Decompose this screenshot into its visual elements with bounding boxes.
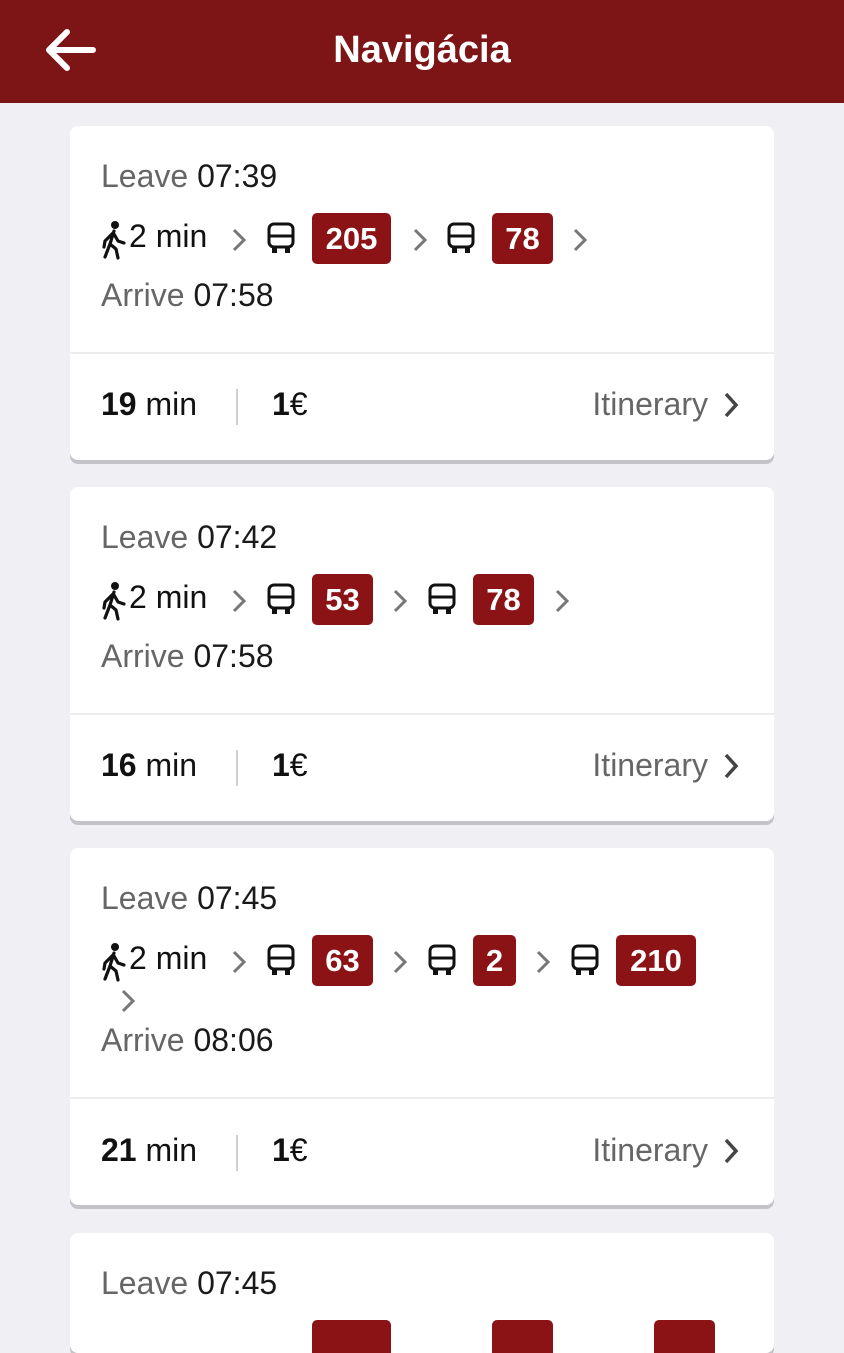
arrive-label: Arrive [101,277,185,313]
arrive-row: Arrive 07:58 [101,277,274,314]
price-value: 1 [272,386,290,422]
walk-icon [102,221,126,260]
bus-line-badge[interactable] [492,1320,553,1353]
separator [236,1135,238,1171]
trip-duration: 16 min [101,747,197,784]
duration-unit: min [145,1132,198,1168]
bus-line-badge[interactable]: 78 [473,574,534,625]
bus-line-badge[interactable]: 2 [473,935,516,986]
arrive-time: 08:06 [193,1022,274,1058]
chevron-right-icon [121,989,136,1013]
arrive-time: 07:58 [193,638,274,674]
chevron-right-icon [232,589,247,613]
bus-line-badge[interactable] [654,1320,715,1353]
chevron-right-icon [393,589,408,613]
divider [70,1097,774,1099]
app-header: Navigácia [0,0,844,103]
walk-icon [102,943,126,982]
duration-value: 16 [101,747,137,783]
bus-line-badge[interactable]: 210 [616,935,696,986]
trip-price: 1€ [272,747,308,784]
leave-label: Leave [101,1265,189,1301]
divider [70,713,774,715]
trip-price: 1€ [272,386,308,423]
leave-label: Leave [101,158,189,194]
leave-time: 07:42 [197,519,278,555]
chevron-right-icon [724,392,739,417]
duration-value: 21 [101,1132,137,1168]
bus-line-badge[interactable]: 63 [312,935,373,986]
itinerary-link[interactable]: Itinerary [592,386,740,423]
walk-icon [102,582,126,621]
bus-icon [267,583,295,614]
leave-label: Leave [101,880,189,916]
leave-row: Leave 07:39 [101,158,277,195]
chevron-right-icon [724,1138,739,1163]
bus-line-badge[interactable] [312,1320,391,1353]
arrive-time: 07:58 [193,277,274,313]
route-card[interactable]: Leave 07:45 [70,1233,774,1353]
divider [70,352,774,354]
bus-icon [267,222,295,253]
arrive-row: Arrive 08:06 [101,1022,274,1059]
price-value: 1 [272,1132,290,1168]
walk-duration: 2 min [129,579,208,615]
bus-icon [447,222,475,253]
itinerary-link[interactable]: Itinerary [592,1132,740,1169]
itinerary-label: Itinerary [592,747,708,783]
walk-duration: 2 min [129,218,208,254]
bus-line-badge[interactable]: 78 [492,213,553,264]
leave-row: Leave 07:45 [101,1265,277,1302]
arrive-label: Arrive [101,1022,185,1058]
chevron-right-icon [555,589,570,613]
price-currency: € [289,1132,308,1168]
bus-line-badge[interactable]: 205 [312,213,391,264]
arrive-row: Arrive 07:58 [101,638,274,675]
chevron-right-icon [413,228,428,252]
chevron-right-icon [536,950,551,974]
separator [236,389,238,425]
price-currency: € [289,386,308,422]
bus-icon [571,944,599,975]
leave-time: 07:39 [197,158,278,194]
arrive-label: Arrive [101,638,185,674]
separator [236,750,238,786]
bus-icon [428,583,456,614]
leave-time: 07:45 [197,1265,278,1301]
trip-duration: 21 min [101,1132,197,1169]
price-currency: € [289,747,308,783]
leave-time: 07:45 [197,880,278,916]
duration-unit: min [145,747,198,783]
chevron-right-icon [573,228,588,252]
bus-icon [267,944,295,975]
duration-value: 19 [101,386,137,422]
leave-row: Leave 07:45 [101,880,277,917]
leave-label: Leave [101,519,189,555]
itinerary-label: Itinerary [592,386,708,422]
route-card[interactable]: Leave 07:39 2 min 205 78 Arrive 07:58 19… [70,126,774,460]
bus-icon [428,944,456,975]
walk-duration: 2 min [129,940,208,976]
price-value: 1 [272,747,290,783]
bus-line-badge[interactable]: 53 [312,574,373,625]
itinerary-link[interactable]: Itinerary [592,747,740,784]
chevron-right-icon [232,228,247,252]
trip-duration: 19 min [101,386,197,423]
chevron-right-icon [724,753,739,778]
page-title: Navigácia [333,29,511,71]
chevron-right-icon [393,950,408,974]
chevron-right-icon [232,950,247,974]
duration-unit: min [145,386,198,422]
route-card[interactable]: Leave 07:42 2 min 53 78 Arrive 07:58 16 … [70,487,774,821]
trip-price: 1€ [272,1132,308,1169]
route-card[interactable]: Leave 07:45 2 min 63 2 210 Arrive 08:06 … [70,848,774,1205]
itinerary-label: Itinerary [592,1132,708,1168]
leave-row: Leave 07:42 [101,519,277,556]
